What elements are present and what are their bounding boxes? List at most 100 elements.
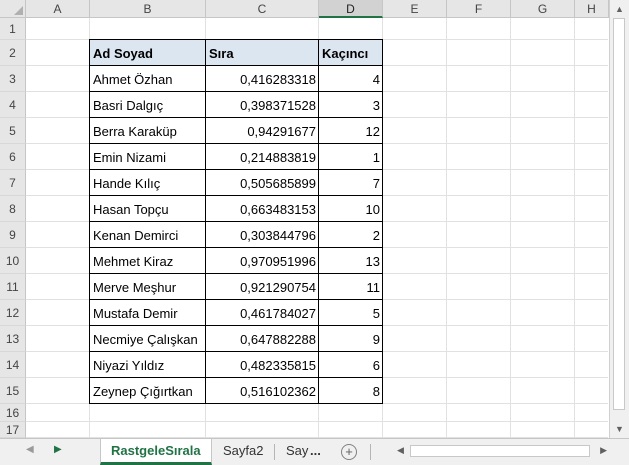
table-cell-sira[interactable]: 0,647882288 <box>206 326 319 352</box>
table-cell-name[interactable]: Berra Karaküp <box>90 118 206 144</box>
row-header-8[interactable]: 8 <box>0 196 26 222</box>
vertical-scrollbar[interactable]: ▲ ▼ <box>609 0 629 438</box>
table-cell-name[interactable]: Mustafa Demir <box>90 300 206 326</box>
tab-sayfa2[interactable]: Sayfa2 <box>213 439 273 465</box>
row-header-5[interactable]: 5 <box>0 118 26 144</box>
table-border <box>89 169 383 170</box>
column-header-d[interactable]: D <box>319 0 383 18</box>
tab-separator <box>274 444 275 460</box>
row-header-17[interactable]: 17 <box>0 422 26 438</box>
table-border <box>89 221 383 222</box>
table-cell-name[interactable]: Emin Nizami <box>90 144 206 170</box>
table-cell-kacinci[interactable]: 11 <box>319 274 383 300</box>
column-header-a[interactable]: A <box>26 0 90 18</box>
table-cell-sira[interactable]: 0,970951996 <box>206 248 319 274</box>
row-header-12[interactable]: 12 <box>0 300 26 326</box>
column-header-h[interactable]: H <box>575 0 609 18</box>
table-border <box>89 273 383 274</box>
column-header-b[interactable]: B <box>90 0 206 18</box>
column-header-c[interactable]: C <box>206 0 319 18</box>
table-cell-kacinci[interactable]: 4 <box>319 66 383 92</box>
table-cell-name[interactable]: Ahmet Özhan <box>90 66 206 92</box>
table-cell-name[interactable]: Hande Kılıç <box>90 170 206 196</box>
table-cell-name[interactable]: Zeynep Çığırtkan <box>90 378 206 404</box>
table-cell-sira[interactable]: 0,398371528 <box>206 92 319 118</box>
table-cell-kacinci[interactable]: 13 <box>319 248 383 274</box>
row-header-15[interactable]: 15 <box>0 378 26 404</box>
row-header-2[interactable]: 2 <box>0 40 26 66</box>
row-header-1[interactable]: 1 <box>0 18 26 40</box>
more-tabs-ellipsis[interactable]: ... <box>306 439 325 465</box>
row-header-14[interactable]: 14 <box>0 352 26 378</box>
column-header-f[interactable]: F <box>447 0 511 18</box>
table-cell-sira[interactable]: 0,461784027 <box>206 300 319 326</box>
table-cell-name[interactable]: Niyazi Yıldız <box>90 352 206 378</box>
row-header-4[interactable]: 4 <box>0 92 26 118</box>
row-header-3[interactable]: 3 <box>0 66 26 92</box>
gridline <box>446 18 447 438</box>
scroll-up-icon[interactable]: ▲ <box>612 2 627 16</box>
table-cell-sira[interactable]: 0,516102362 <box>206 378 319 404</box>
table-cell-kacinci[interactable]: 1 <box>319 144 383 170</box>
sheet-tab-bar: ◀ ▶ RastgeleSırala Sayfa2 Say ... + ◀ ▶ <box>0 438 629 465</box>
table-cell-sira[interactable]: 0,303844796 <box>206 222 319 248</box>
add-sheet-icon[interactable]: + <box>341 444 357 460</box>
table-border <box>89 247 383 248</box>
table-cell-name[interactable]: Kenan Demirci <box>90 222 206 248</box>
scroll-down-icon[interactable]: ▼ <box>612 422 627 436</box>
row-header-9[interactable]: 9 <box>0 222 26 248</box>
table-cell-sira[interactable]: 0,505685899 <box>206 170 319 196</box>
table-cell-sira[interactable]: 0,416283318 <box>206 66 319 92</box>
table-cell-kacinci[interactable]: 7 <box>319 170 383 196</box>
column-header-g[interactable]: G <box>511 0 575 18</box>
table-header-kacinci[interactable]: Kaçıncı <box>319 40 383 66</box>
table-cell-name[interactable]: Hasan Topçu <box>90 196 206 222</box>
table-cell-kacinci[interactable]: 8 <box>319 378 383 404</box>
table-cell-sira[interactable]: 0,921290754 <box>206 274 319 300</box>
table-cell-kacinci[interactable]: 12 <box>319 118 383 144</box>
horizontal-scrollbar[interactable]: ◀ ▶ <box>395 443 609 460</box>
row-header-11[interactable]: 11 <box>0 274 26 300</box>
table-cell-kacinci[interactable]: 5 <box>319 300 383 326</box>
table-border <box>89 143 383 144</box>
table-border <box>89 65 383 66</box>
tab-rastgelesirala[interactable]: RastgeleSırala <box>100 439 212 465</box>
row-header-7[interactable]: 7 <box>0 170 26 196</box>
table-border <box>89 403 383 404</box>
table-cell-kacinci[interactable]: 6 <box>319 352 383 378</box>
table-border <box>89 117 383 118</box>
column-header-e[interactable]: E <box>383 0 447 18</box>
table-header-sira[interactable]: Sıra <box>206 40 319 66</box>
table-cell-sira[interactable]: 0,214883819 <box>206 144 319 170</box>
select-all-corner[interactable] <box>0 0 26 18</box>
table-cell-name[interactable]: Mehmet Kiraz <box>90 248 206 274</box>
row-header-16[interactable]: 16 <box>0 404 26 422</box>
table-header-name[interactable]: Ad Soyad <box>90 40 206 66</box>
table-cell-kacinci[interactable]: 2 <box>319 222 383 248</box>
tab-sayfa3-truncated[interactable]: Say <box>276 439 308 465</box>
table-cell-sira[interactable]: 0,482335815 <box>206 352 319 378</box>
scroll-left-icon[interactable]: ◀ <box>397 445 404 456</box>
vertical-scroll-thumb[interactable] <box>613 18 625 410</box>
scroll-right-icon[interactable]: ▶ <box>600 445 607 456</box>
table-cell-name[interactable]: Necmiye Çalışkan <box>90 326 206 352</box>
row-header-13[interactable]: 13 <box>0 326 26 352</box>
horizontal-scroll-thumb[interactable] <box>410 445 590 457</box>
table-cell-name[interactable]: Merve Meşhur <box>90 274 206 300</box>
table-cell-kacinci[interactable]: 10 <box>319 196 383 222</box>
tab-nav-next-icon[interactable]: ▶ <box>54 444 62 455</box>
table-cell-sira[interactable]: 0,663483153 <box>206 196 319 222</box>
table-cell-kacinci[interactable]: 9 <box>319 326 383 352</box>
row-header-10[interactable]: 10 <box>0 248 26 274</box>
table-cell-kacinci[interactable]: 3 <box>319 92 383 118</box>
table-cell-sira[interactable]: 0,94291677 <box>206 118 319 144</box>
row-header-6[interactable]: 6 <box>0 144 26 170</box>
table-border <box>89 39 383 40</box>
table-border <box>89 351 383 352</box>
tab-nav-prev-icon[interactable]: ◀ <box>26 444 34 455</box>
gridline <box>510 18 511 438</box>
table-border <box>89 91 383 92</box>
tab-splitter[interactable] <box>370 444 371 460</box>
table-cell-name[interactable]: Basri Dalgıç <box>90 92 206 118</box>
table-border <box>89 299 383 300</box>
